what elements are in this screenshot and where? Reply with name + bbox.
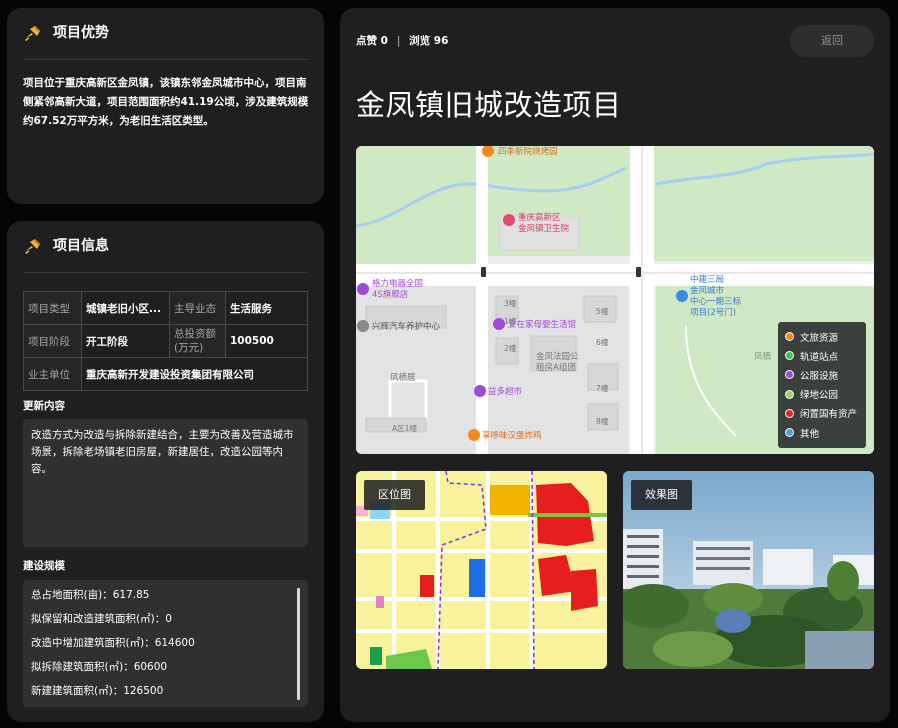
map-label-super: 益多超市 [488, 386, 523, 397]
main-panel: 点赞 0 | 浏览 96 返回 金凤镇旧城改造项目 四季新院烧烤园 重庆高新区 … [340, 8, 890, 722]
legend-label: 公服设施 [800, 370, 839, 382]
stats-bar: 点赞 0 | 浏览 96 [356, 33, 448, 48]
legend-item[interactable]: 文旅资源 [785, 327, 866, 346]
map-label-side: 凤栖 [754, 351, 772, 362]
content-label: 更新内容 [23, 400, 65, 412]
legend-dot [785, 332, 794, 342]
scale-item: 总占地面积(亩)：617.85 [31, 589, 150, 601]
investment-value: 100500 [225, 324, 308, 358]
map-label-park-1: 金凤法园公 [536, 351, 579, 362]
stage-value: 开工阶段 [81, 324, 170, 358]
legend-dot [785, 370, 794, 380]
legend-item[interactable]: 绿地公园 [785, 385, 866, 404]
map-label-b5: 5幢 [596, 306, 609, 316]
project-title: 金凤镇旧城改造项目 [356, 88, 622, 122]
stats-separator: | [396, 35, 401, 47]
map-label-baby: 爱在家母婴生活馆 [508, 319, 576, 330]
map-label-b7: 7幢 [596, 383, 609, 393]
legend-item[interactable]: 轨道站点 [785, 346, 866, 365]
info-header: 项目信息 [23, 235, 308, 273]
legend-dot [785, 389, 794, 399]
project-map[interactable]: 四季新院烧烤园 重庆高新区 金凤镇卫生院 格力电器全国 4S旗舰店 兴辉汽车养护… [356, 146, 874, 454]
legend-item[interactable]: 公服设施 [785, 365, 866, 384]
content-text: 改造方式为改造与拆除新建结合，主要为改善及营造城市场景，拆除老场镇老旧房屋，新建… [23, 419, 308, 547]
views-count: 96 [433, 35, 449, 47]
type-label: 项目类型 [23, 291, 82, 325]
views-label: 浏览 [409, 35, 431, 47]
rendering-label: 效果图 [631, 480, 692, 510]
business-label: 主导业态 [169, 291, 226, 325]
likes-label: 点赞 [356, 35, 377, 47]
map-label-restaurant: 享哆味汉堡炸鸡 [482, 430, 542, 441]
investment-label: 总投资额(万元) [169, 324, 226, 358]
owner-value: 重庆高新开发建设投资集团有限公司 [81, 357, 308, 391]
pin-icon [25, 26, 40, 42]
map-label-hospital-2: 金凤镇卫生院 [518, 223, 570, 234]
type-value: 城镇老旧小区... [81, 291, 170, 325]
legend-dot [785, 351, 794, 361]
scale-list[interactable]: 总占地面积(亩)：617.85 拟保留和改造建筑面积(㎡)：0 改造中增加建筑面… [23, 580, 308, 707]
advantage-panel: 项目优势 项目位于重庆高新区金凤镇，该镇东邻金凤城市中心，项目南侧紧邻高新大道，… [7, 8, 324, 204]
location-map-thumbnail[interactable]: 区位图 [356, 471, 607, 669]
business-value: 生活服务 [225, 291, 308, 325]
scale-item: 拟保留和改造建筑面积(㎡)：0 [31, 613, 172, 625]
map-label-top: 四季新院烧烤园 [498, 146, 558, 157]
info-panel: 项目信息 项目类型 城镇老旧小区... 主导业态 生活服务 项目阶段 开工阶段 … [7, 221, 324, 722]
map-label-b1: 1幢 [504, 316, 517, 326]
legend-label: 闲置国有资产 [800, 409, 858, 421]
advantage-text: 项目位于重庆高新区金凤镇，该镇东邻金凤城市中心，项目南侧紧邻高新大道，项目范围面… [23, 77, 309, 127]
rendering-thumbnail[interactable]: 效果图 [623, 471, 874, 669]
map-label-park-2: 租房A组团 [536, 362, 576, 373]
map-label-hospital-1: 重庆高新区 [518, 212, 561, 223]
back-button[interactable]: 返回 [790, 25, 874, 57]
map-label-metro-1: 中建三局 [690, 274, 724, 285]
scrollbar[interactable] [297, 588, 300, 700]
legend-dot [785, 428, 794, 438]
info-title: 项目信息 [53, 238, 109, 254]
legend-item[interactable]: 闲置国有资产 [785, 404, 866, 423]
scale-item: 拟拆除建筑面积(㎡)：60600 [31, 661, 168, 673]
owner-label: 业主单位 [23, 357, 82, 391]
map-label-auto: 兴辉汽车养护中心 [372, 321, 441, 332]
legend-label: 其他 [800, 428, 820, 440]
info-table: 项目类型 城镇老旧小区... 主导业态 生活服务 项目阶段 开工阶段 总投资额(… [23, 291, 308, 391]
map-label-fengxi: 凤栖居 [390, 372, 416, 383]
legend-label: 文旅资源 [800, 332, 839, 344]
scale-item: 新建建筑面积(㎡)：126500 [31, 685, 164, 697]
likes-count: 0 [380, 35, 388, 47]
map-label-metro-3: 中心一期三标 [690, 296, 742, 307]
map-label-b6: 6幢 [596, 337, 609, 347]
legend-dot [785, 408, 794, 418]
map-label-b2: 2幢 [504, 343, 517, 353]
pin-icon [25, 239, 40, 255]
map-legend: 文旅资源 轨道站点 公服设施 绿地公园 闲置国有资产 其他 [778, 322, 866, 448]
map-label-metro-2: 金凤城市 [690, 285, 725, 296]
location-map-label: 区位图 [364, 480, 425, 510]
map-label-store-2: 4S旗舰店 [372, 289, 409, 300]
advantage-title: 项目优势 [53, 25, 109, 41]
legend-label: 轨道站点 [800, 351, 839, 363]
map-label-metro-4: 项目(2号门) [690, 307, 736, 318]
legend-item[interactable]: 其他 [785, 423, 866, 442]
map-label-b3: 3幢 [504, 298, 517, 308]
advantage-header: 项目优势 [23, 22, 308, 60]
scale-label: 建设规模 [23, 560, 65, 572]
map-label-store-1: 格力电器全国 [372, 278, 423, 289]
stage-label: 项目阶段 [23, 324, 82, 358]
map-label-a1: A区1幢 [392, 423, 417, 433]
legend-label: 绿地公园 [800, 390, 839, 402]
scale-item: 改造中增加建筑面积(㎡)：614600 [31, 637, 195, 649]
map-label-b8: 8幢 [596, 416, 609, 426]
